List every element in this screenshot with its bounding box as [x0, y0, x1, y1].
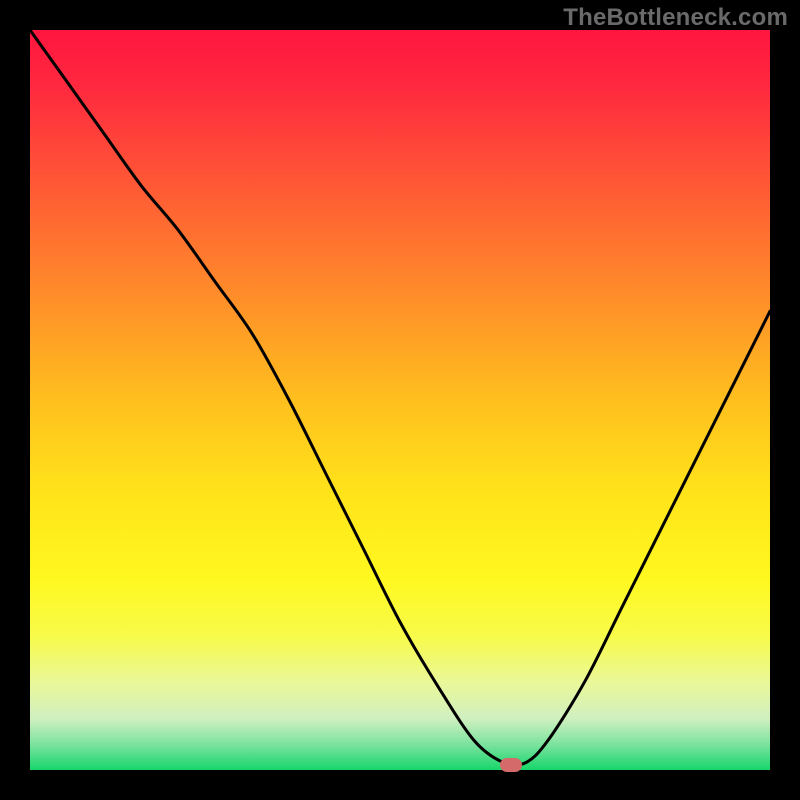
plot-area: [30, 30, 770, 770]
watermark-text: TheBottleneck.com: [563, 4, 788, 32]
curve-layer: [30, 30, 770, 770]
bottleneck-curve: [30, 30, 770, 765]
optimal-point-marker: [500, 758, 522, 772]
chart-frame: TheBottleneck.com: [0, 0, 800, 800]
